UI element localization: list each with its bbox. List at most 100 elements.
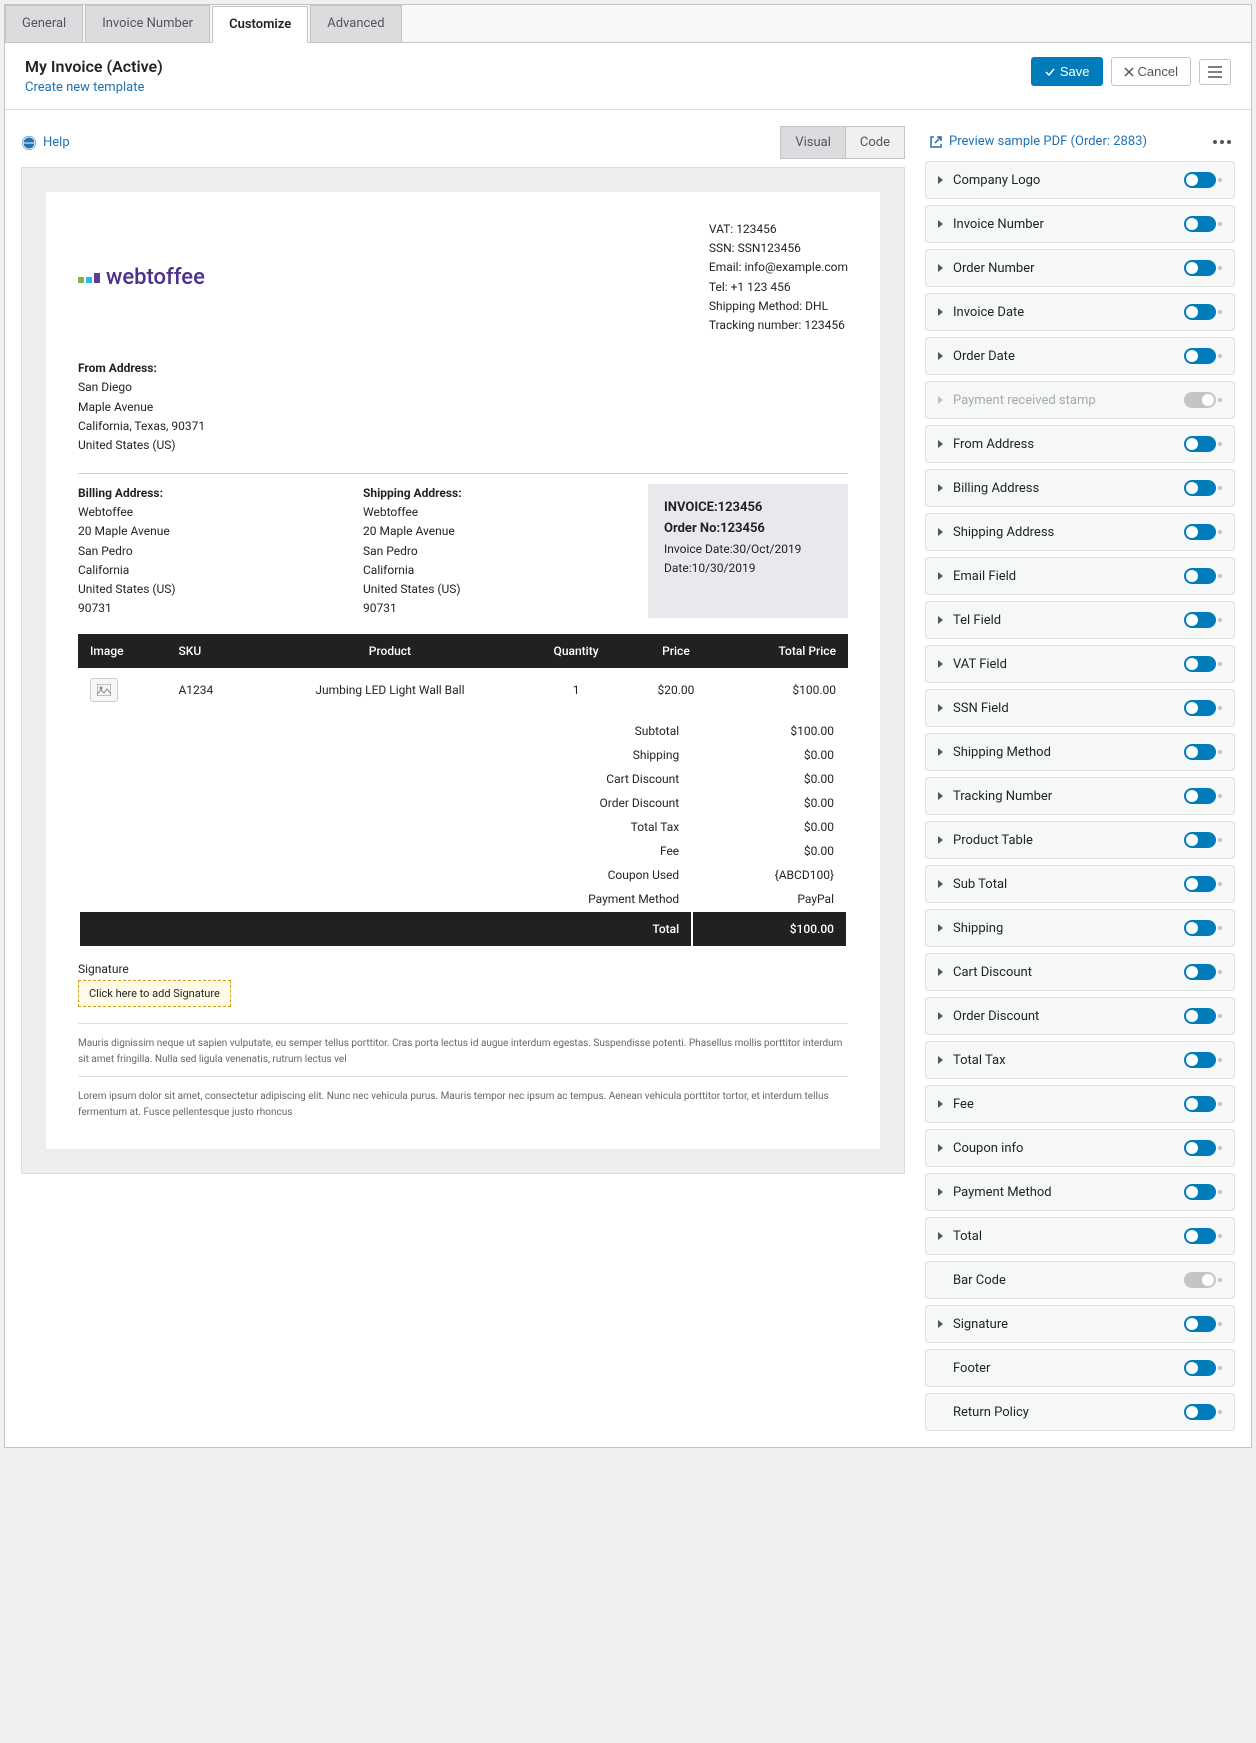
create-template-link[interactable]: Create new template [25,80,144,95]
option-label: Billing Address [953,481,1039,496]
chevron-right-icon [938,1188,943,1196]
option-shipping-address[interactable]: Shipping Address [925,513,1235,551]
chevron-right-icon [938,528,943,536]
toggle-switch[interactable] [1184,480,1216,496]
chevron-right-icon [938,660,943,668]
help-link[interactable]: Help [21,135,70,151]
chevron-right-icon [938,1320,943,1328]
chevron-right-icon [938,220,943,228]
toggle-switch[interactable] [1184,568,1216,584]
option-email-field[interactable]: Email Field [925,557,1235,595]
external-link-icon [929,135,943,149]
preview-pdf-link[interactable]: Preview sample PDF (Order: 2883) [929,134,1147,149]
totals-table: Subtotal$100.00Shipping$0.00Cart Discoun… [78,718,848,948]
toggle-switch[interactable] [1184,1228,1216,1244]
chevron-right-icon [938,264,943,272]
toggle-switch[interactable] [1184,964,1216,980]
option-invoice-date[interactable]: Invoice Date [925,293,1235,331]
tab-general[interactable]: General [5,5,83,42]
toggle-switch[interactable] [1184,1184,1216,1200]
toggle-switch[interactable] [1184,348,1216,364]
option-footer[interactable]: Footer [925,1349,1235,1387]
toggle-switch[interactable] [1184,392,1216,408]
tab-customize[interactable]: Customize [212,6,308,43]
option-from-address[interactable]: From Address [925,425,1235,463]
option-ssn-field[interactable]: SSN Field [925,689,1235,727]
option-label: Product Table [953,833,1033,848]
option-sub-total[interactable]: Sub Total [925,865,1235,903]
option-total[interactable]: Total [925,1217,1235,1255]
option-vat-field[interactable]: VAT Field [925,645,1235,683]
option-order-date[interactable]: Order Date [925,337,1235,375]
footer-text-1: Mauris dignissim neque ut sapien vulputa… [78,1023,848,1068]
option-payment-received-stamp[interactable]: Payment received stamp [925,381,1235,419]
toggle-switch[interactable] [1184,436,1216,452]
toggle-switch[interactable] [1184,700,1216,716]
option-label: Coupon info [953,1141,1023,1156]
option-label: Total Tax [953,1053,1006,1068]
tab-advanced[interactable]: Advanced [310,5,401,42]
option-shipping-method[interactable]: Shipping Method [925,733,1235,771]
option-order-number[interactable]: Order Number [925,249,1235,287]
toggle-switch[interactable] [1184,304,1216,320]
option-return-policy[interactable]: Return Policy [925,1393,1235,1431]
tab-invoice-number[interactable]: Invoice Number [85,5,210,42]
option-cart-discount[interactable]: Cart Discount [925,953,1235,991]
signature-placeholder[interactable]: Click here to add Signature [78,980,231,1007]
toggle-switch[interactable] [1184,1360,1216,1376]
toggle-switch[interactable] [1184,744,1216,760]
code-tab[interactable]: Code [846,126,905,159]
option-bar-code[interactable]: Bar Code [925,1261,1235,1299]
chevron-right-icon [938,616,943,624]
toggle-switch[interactable] [1184,1404,1216,1420]
toggle-switch[interactable] [1184,788,1216,804]
totals-row: Cart Discount$0.00 [80,768,846,790]
option-tracking-number[interactable]: Tracking Number [925,777,1235,815]
visual-tab[interactable]: Visual [780,126,846,159]
option-total-tax[interactable]: Total Tax [925,1041,1235,1079]
option-label: VAT Field [953,657,1007,672]
chevron-right-icon [938,704,943,712]
toggle-switch[interactable] [1184,656,1216,672]
option-label: Company Logo [953,173,1040,188]
toggle-switch[interactable] [1184,524,1216,540]
save-button[interactable]: Save [1031,57,1103,86]
toggle-switch[interactable] [1184,832,1216,848]
totals-row: Subtotal$100.00 [80,720,846,742]
toggle-switch[interactable] [1184,1008,1216,1024]
option-company-logo[interactable]: Company Logo [925,161,1235,199]
option-order-discount[interactable]: Order Discount [925,997,1235,1035]
toggle-switch[interactable] [1184,876,1216,892]
footer-text-2: Lorem ipsum dolor sit amet, consectetur … [78,1076,848,1121]
toggle-switch[interactable] [1184,612,1216,628]
cancel-button[interactable]: Cancel [1111,57,1191,86]
hamburger-icon [1208,66,1222,78]
toggle-switch[interactable] [1184,1096,1216,1112]
toggle-switch[interactable] [1184,1272,1216,1288]
toggle-switch[interactable] [1184,1140,1216,1156]
chevron-right-icon [938,308,943,316]
billing-address: Billing Address: Webtoffee 20 Maple Aven… [78,484,339,618]
chevron-right-icon [938,924,943,932]
menu-button[interactable] [1199,59,1231,85]
option-product-table[interactable]: Product Table [925,821,1235,859]
option-label: Order Discount [953,1009,1039,1024]
option-fee[interactable]: Fee [925,1085,1235,1123]
toggle-switch[interactable] [1184,1316,1216,1332]
option-coupon-info[interactable]: Coupon info [925,1129,1235,1167]
option-label: Total [953,1229,982,1244]
toggle-switch[interactable] [1184,172,1216,188]
toggle-switch[interactable] [1184,1052,1216,1068]
option-payment-method[interactable]: Payment Method [925,1173,1235,1211]
option-shipping[interactable]: Shipping [925,909,1235,947]
toggle-switch[interactable] [1184,920,1216,936]
option-signature[interactable]: Signature [925,1305,1235,1343]
option-billing-address[interactable]: Billing Address [925,469,1235,507]
toggle-switch[interactable] [1184,260,1216,276]
more-options-button[interactable] [1213,140,1231,144]
option-label: Shipping [953,921,1003,936]
table-row: A1234 Jumbing LED Light Wall Ball 1 $20.… [78,668,848,712]
toggle-switch[interactable] [1184,216,1216,232]
option-invoice-number[interactable]: Invoice Number [925,205,1235,243]
option-tel-field[interactable]: Tel Field [925,601,1235,639]
